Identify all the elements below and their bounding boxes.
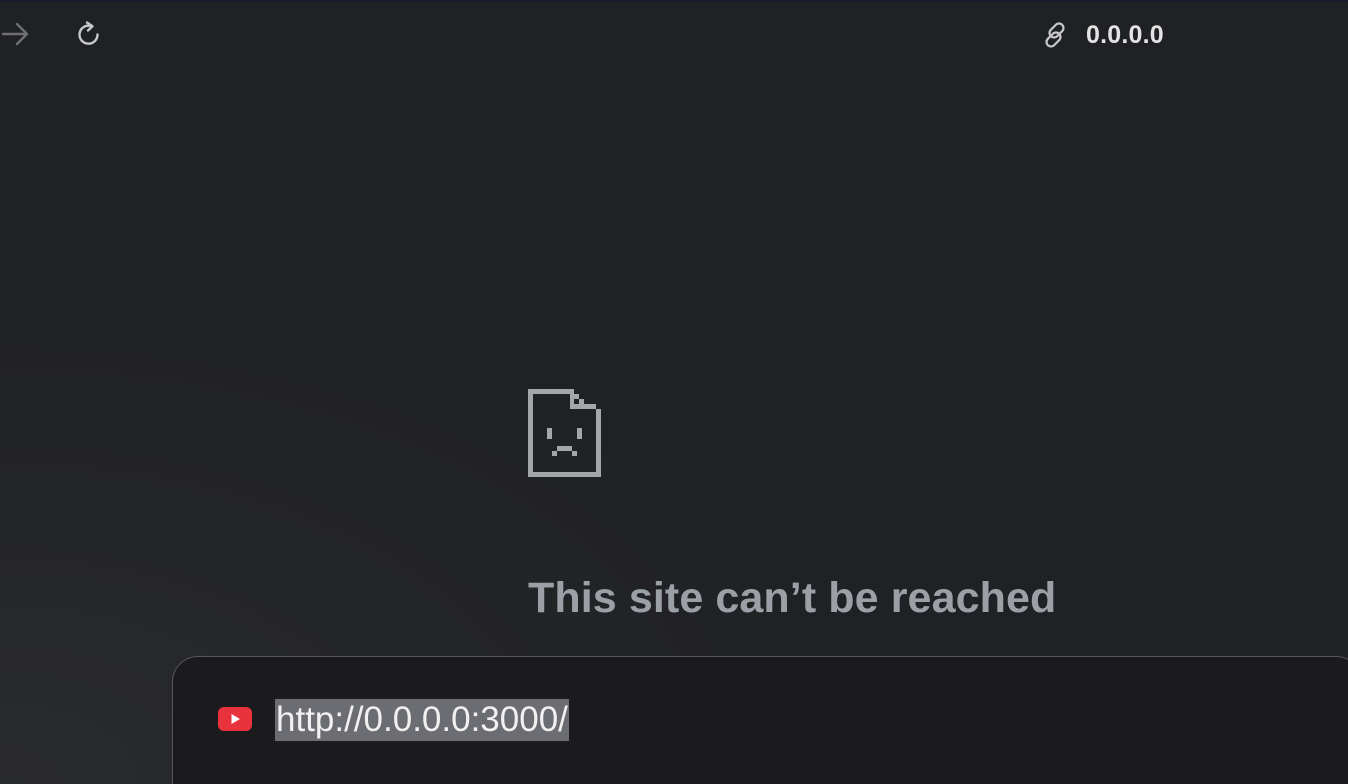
arrow-right-icon	[1, 22, 29, 46]
site-host-label: 0.0.0.0	[1086, 20, 1164, 49]
site-info-button[interactable]: 0.0.0.0	[1040, 18, 1164, 52]
youtube-icon	[218, 707, 252, 731]
link-icon	[1040, 20, 1070, 50]
browser-viewport: 0.0.0.0 This site can’t be reached http:…	[0, 0, 1348, 784]
omnibox-url-input[interactable]: http://0.0.0.0:3000/	[275, 699, 569, 741]
omnibox-url-text: http://0.0.0.0:3000/	[275, 699, 569, 741]
omnibox-popup: http://0.0.0.0:3000/	[172, 656, 1348, 784]
forward-button[interactable]	[0, 18, 32, 50]
reload-icon	[78, 21, 99, 45]
sad-page-icon	[528, 389, 601, 477]
reload-button[interactable]	[72, 18, 106, 52]
browser-toolbar: 0.0.0.0	[0, 0, 1348, 72]
error-title: This site can’t be reached	[528, 574, 1057, 622]
